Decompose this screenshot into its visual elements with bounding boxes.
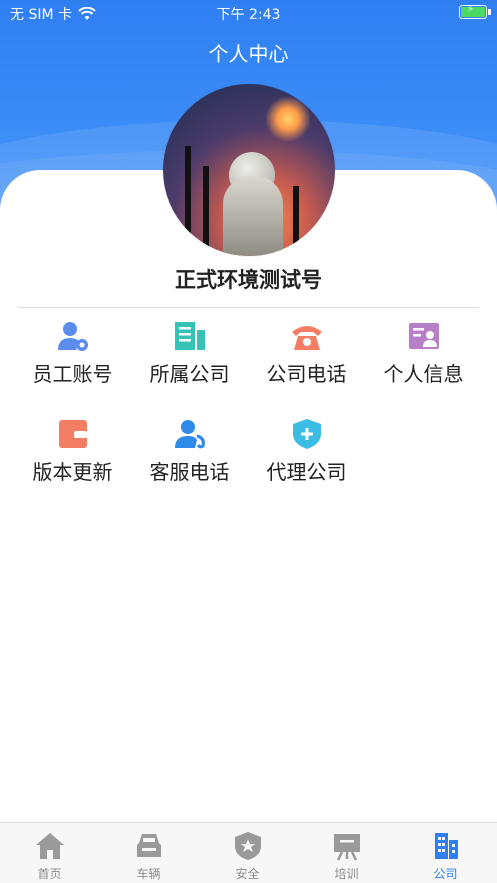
- tab-label: 首页: [37, 867, 62, 881]
- id-card-icon: [409, 323, 439, 349]
- user-gear-icon: [58, 322, 88, 351]
- shield-plus-icon: [293, 419, 321, 449]
- menu-label: 所属公司: [149, 362, 230, 386]
- page-title: 个人中心: [208, 42, 289, 66]
- tab-training[interactable]: 培训: [297, 829, 396, 881]
- menu-item-company[interactable]: 所属公司: [131, 320, 248, 400]
- shield-star-icon: [235, 832, 261, 860]
- menu-label: 公司电话: [266, 362, 347, 386]
- tab-bar: 首页 车辆 安全 培训 公司: [0, 822, 497, 883]
- menu-label: 客服电话: [149, 460, 230, 484]
- tab-vehicle[interactable]: 车辆: [99, 829, 198, 881]
- wallet-icon: [59, 420, 87, 448]
- avatar[interactable]: [163, 84, 335, 256]
- menu-label: 版本更新: [32, 460, 113, 484]
- avatar-firework: [263, 94, 313, 144]
- status-bar: 无 SIM 卡 下午 2:43: [0, 0, 497, 26]
- menu-label: 个人信息: [383, 362, 464, 386]
- battery-cap: [488, 9, 491, 15]
- company-building-icon: [435, 833, 458, 859]
- tab-label: 培训: [334, 867, 359, 881]
- menu-item-version-update[interactable]: 版本更新: [14, 418, 131, 498]
- tab-home[interactable]: 首页: [0, 829, 99, 881]
- home-icon: [36, 833, 64, 859]
- menu-item-personal-info[interactable]: 个人信息: [365, 320, 482, 400]
- telephone-icon: [292, 326, 322, 350]
- tab-company[interactable]: 公司: [396, 829, 495, 881]
- menu-label: 员工账号: [32, 362, 113, 386]
- menu-label: 代理公司: [266, 460, 347, 484]
- battery-icon: [459, 4, 487, 19]
- user-name: 正式环境测试号: [175, 268, 322, 292]
- tab-label: 公司: [433, 867, 458, 881]
- divider: [18, 307, 479, 308]
- training-board-icon: [334, 834, 360, 861]
- menu-item-company-phone[interactable]: 公司电话: [248, 320, 365, 400]
- tab-safety[interactable]: 安全: [198, 829, 297, 881]
- menu-item-employee-account[interactable]: 员工账号: [14, 320, 131, 400]
- menu-item-agency-company[interactable]: 代理公司: [248, 418, 365, 498]
- customer-service-icon: [175, 420, 205, 449]
- tab-label: 安全: [235, 867, 260, 881]
- tab-label: 车辆: [136, 867, 161, 881]
- car-icon: [137, 834, 161, 857]
- status-time: 下午 2:43: [216, 7, 281, 23]
- building-icon: [175, 322, 205, 350]
- avatar-astronaut: [223, 176, 283, 256]
- menu-item-customer-service[interactable]: 客服电话: [131, 418, 248, 498]
